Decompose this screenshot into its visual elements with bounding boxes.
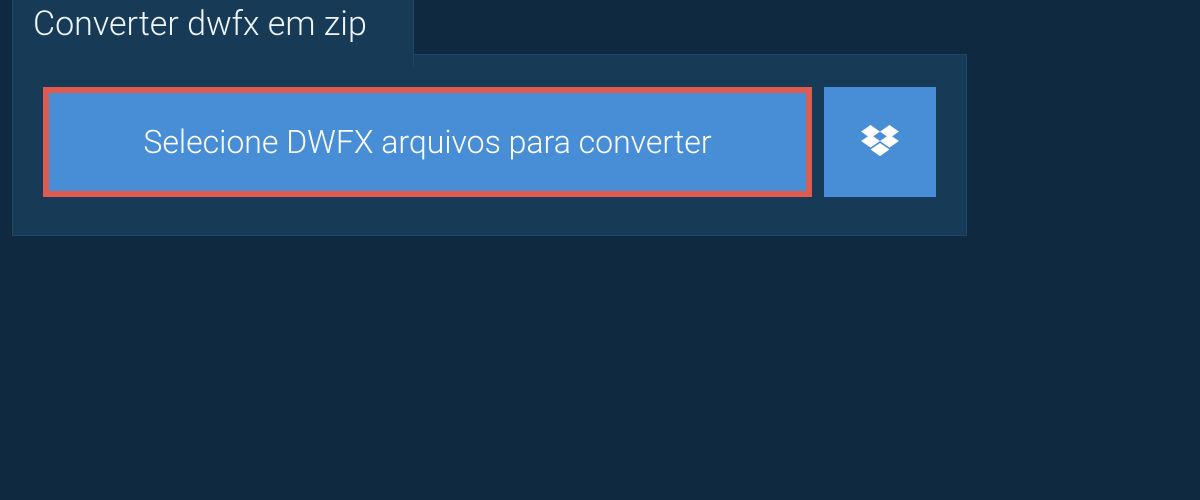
converter-panel: Converter dwfx em zip Selecione DWFX arq… xyxy=(12,54,967,236)
panel-content: Selecione DWFX arquivos para converter xyxy=(13,55,966,235)
title-text: Converter dwfx em zip xyxy=(33,4,367,44)
page-title: Converter dwfx em zip xyxy=(12,0,414,66)
select-files-label: Selecione DWFX arquivos para converter xyxy=(143,123,711,161)
button-row: Selecione DWFX arquivos para converter xyxy=(43,87,936,197)
dropbox-button[interactable] xyxy=(824,87,936,197)
select-files-button[interactable]: Selecione DWFX arquivos para converter xyxy=(43,87,812,197)
dropbox-icon xyxy=(861,125,899,159)
